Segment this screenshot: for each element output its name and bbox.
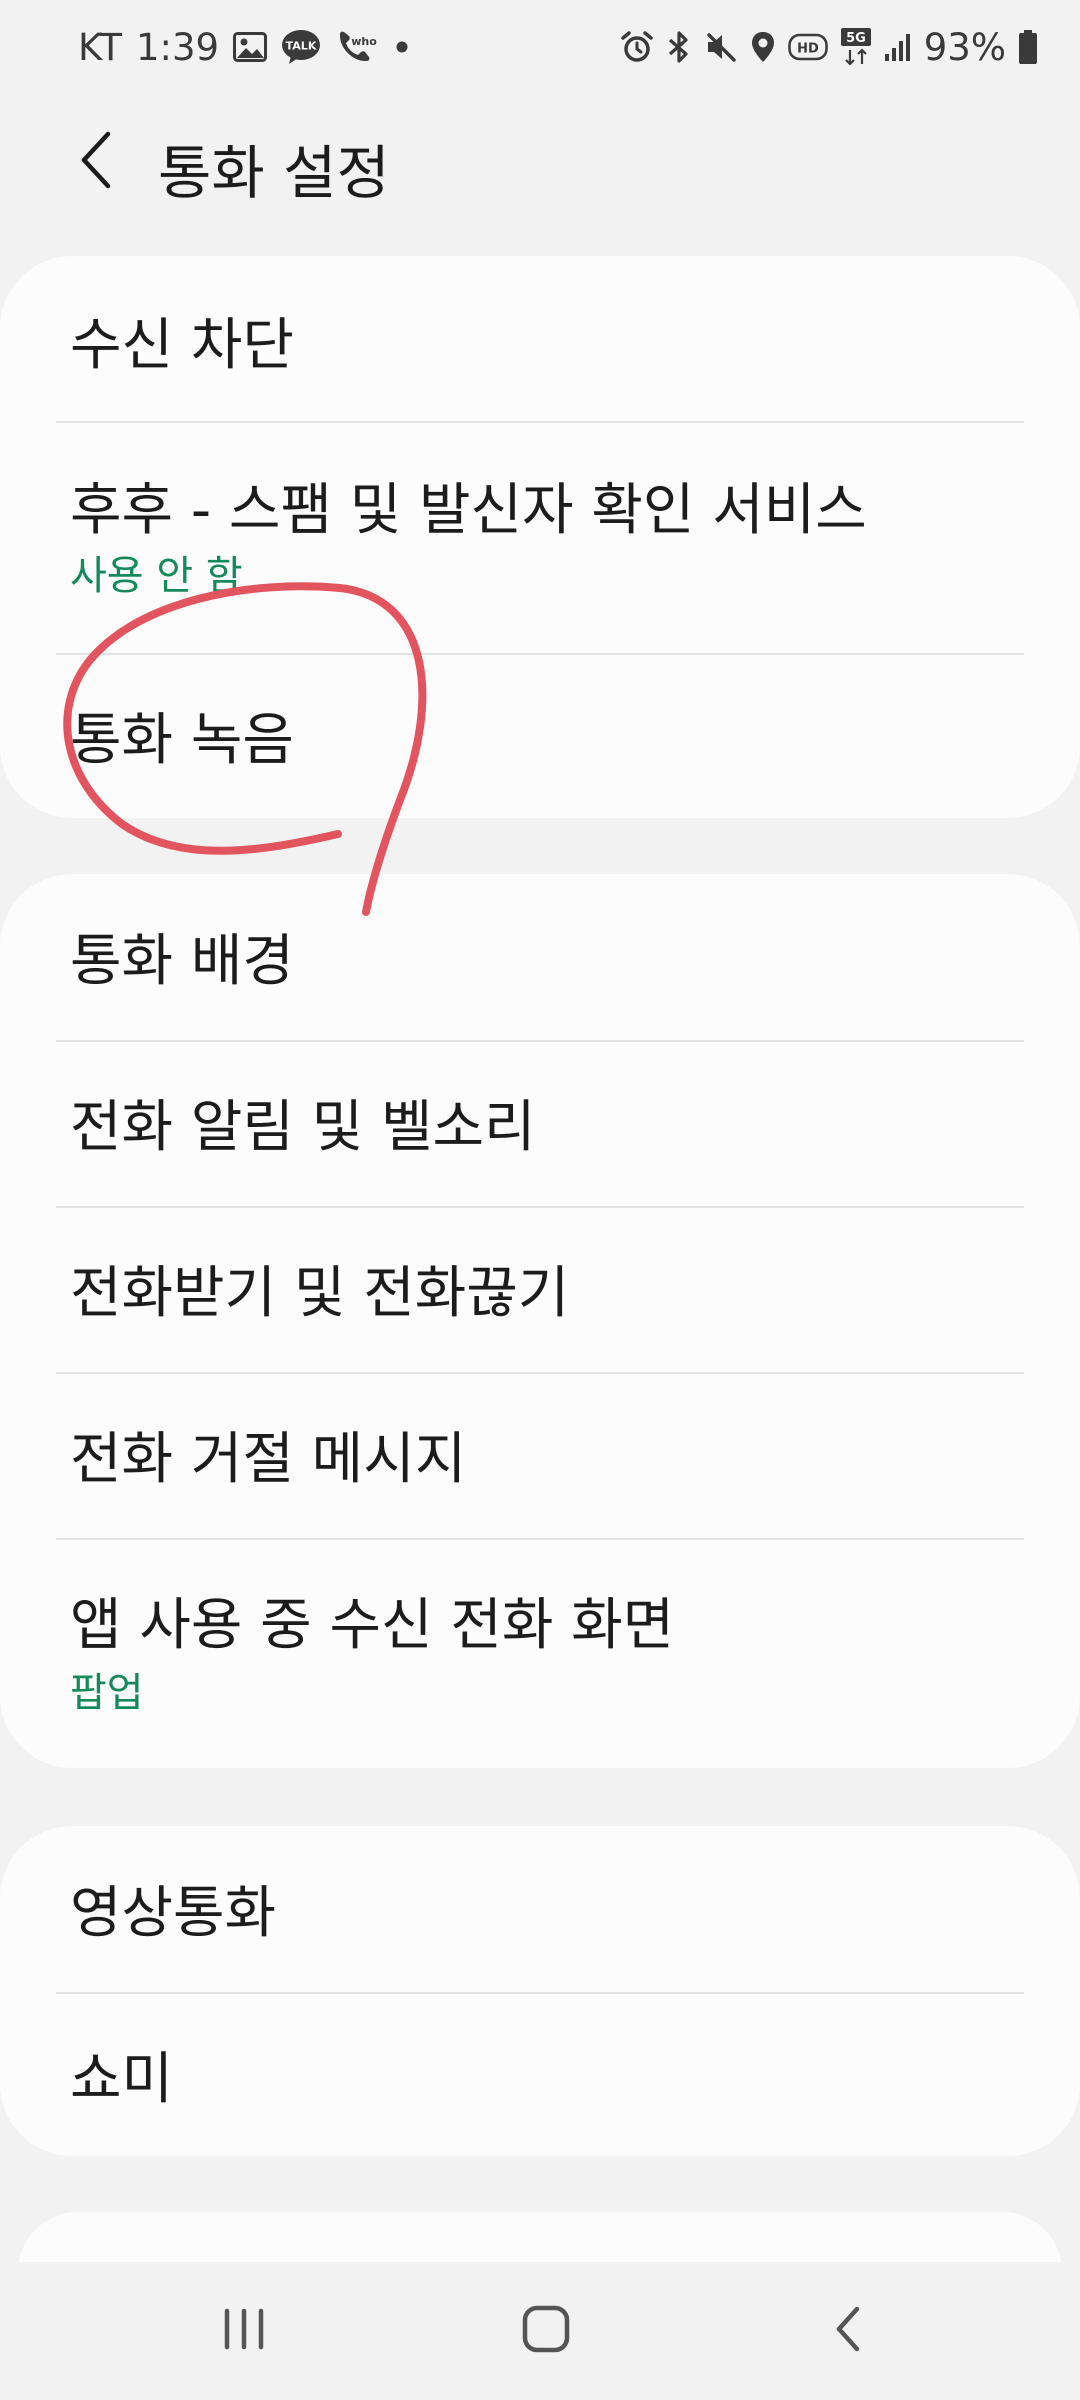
navigation-bar [0,2262,1080,2400]
settings-item-status: 팝업 [70,1670,144,1716]
hd-voice-icon: HD [788,32,828,62]
home-button[interactable] [491,2284,601,2374]
back-button[interactable] [56,120,136,200]
settings-item-title: 수신 차단 [70,313,294,378]
clock: 1:39 [136,25,220,69]
kakaotalk-icon: TALK [281,29,321,65]
system-back-button[interactable] [793,2284,903,2374]
app-header: 통화 설정 [0,100,1080,220]
settings-item-title: 통화 녹음 [70,708,294,773]
status-bar: KT 1:39 TALK who HD 5G 93% [0,0,1080,96]
signal-strength-icon [884,32,912,62]
settings-group-1: 수신 차단 후후 - 스팸 및 발신자 확인 서비스 사용 안 함 통화 녹음 [0,256,1080,818]
carrier-label: KT [78,25,122,69]
settings-group-2: 통화 배경 전화 알림 및 벨소리 전화받기 및 전화끊기 전화 거절 메시지 … [0,874,1080,1768]
settings-item-call-blocking[interactable]: 수신 차단 [0,256,1080,422]
settings-item-answer-end-calls[interactable]: 전화받기 및 전화끊기 [0,1208,1080,1372]
battery-percentage: 93% [923,25,1006,69]
settings-item-incoming-call-display[interactable]: 앱 사용 중 수신 전화 화면 팝업 [0,1540,1080,1768]
settings-item-video-call[interactable]: 영상통화 [0,1826,1080,1992]
settings-item-title: 후후 - 스팸 및 발신자 확인 서비스 [70,478,867,543]
alarm-icon [620,30,654,64]
hd-label: HD [797,42,819,57]
recent-apps-button[interactable] [189,2284,299,2374]
gallery-icon [233,32,268,62]
settings-item-status: 사용 안 함 [70,553,243,599]
settings-item-whowho-spam[interactable]: 후후 - 스팸 및 발신자 확인 서비스 사용 안 함 [0,423,1080,653]
settings-item-call-recording[interactable]: 통화 녹음 [0,655,1080,818]
settings-item-showme[interactable]: 쇼미 [0,1994,1080,2156]
mute-icon [704,30,738,64]
whowho-label: who [351,35,377,48]
settings-item-title: 전화받기 및 전화끊기 [70,1261,570,1326]
location-icon [750,30,776,64]
settings-item-title: 앱 사용 중 수신 전화 화면 [70,1593,675,1658]
settings-item-title: 영상통화 [70,1881,277,1946]
home-icon [522,2305,570,2353]
settings-item-title: 전화 알림 및 벨소리 [70,1095,536,1160]
settings-item-title: 쇼미 [70,2047,174,2112]
settings-group-3: 영상통화 쇼미 [0,1826,1080,2156]
status-bar-left: KT 1:39 TALK who [78,22,413,72]
chevron-left-icon [81,131,111,189]
settings-item-decline-messages[interactable]: 전화 거절 메시지 [0,1374,1080,1538]
5g-network-icon: 5G [840,27,872,67]
recent-apps-icon [224,2308,264,2350]
battery-icon [1018,29,1038,65]
settings-item-title: 통화 배경 [70,929,294,994]
status-bar-right: HD 5G 93% [620,22,1038,72]
whowho-icon: who [335,28,377,66]
kakaotalk-label: TALK [286,40,317,53]
back-arrow-icon [836,2306,860,2352]
bluetooth-icon [666,30,692,64]
settings-item-call-background[interactable]: 통화 배경 [0,874,1080,1040]
settings-item-title: 전화 거절 메시지 [70,1427,467,1492]
notification-dot-icon [391,36,413,58]
settings-item-call-alerts-ringtone[interactable]: 전화 알림 및 벨소리 [0,1042,1080,1206]
5g-label: 5G [846,31,866,46]
page-title: 통화 설정 [158,139,390,207]
